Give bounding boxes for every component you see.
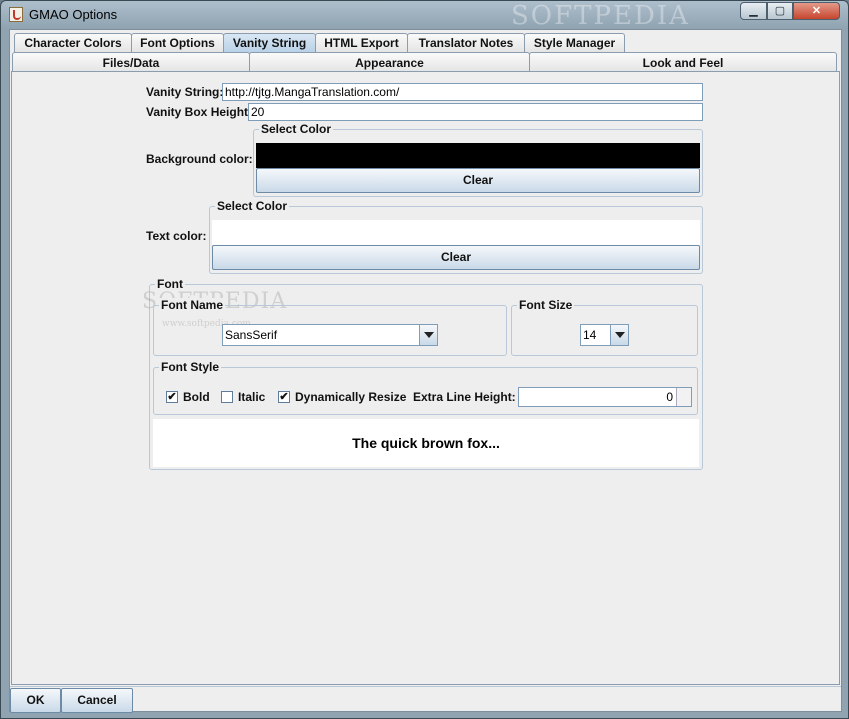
background-clear-button[interactable]: Clear bbox=[256, 168, 700, 193]
tab-character-colors[interactable]: Character Colors bbox=[14, 33, 132, 53]
ok-button[interactable]: OK bbox=[10, 688, 61, 713]
font-size-group: Font Size 14 bbox=[511, 298, 698, 356]
font-name-title: Font Name bbox=[159, 298, 226, 312]
bold-checkbox[interactable]: ✔ bbox=[166, 391, 178, 403]
vanity-box-height-label: Vanity Box Height: bbox=[146, 105, 253, 119]
extra-line-height-label: Extra Line Height: bbox=[413, 390, 516, 404]
tab-font-options[interactable]: Font Options bbox=[131, 33, 224, 53]
text-select-color-group: Select Color Clear bbox=[209, 199, 703, 274]
background-color-swatch[interactable] bbox=[256, 143, 700, 168]
title-bar[interactable]: GMAO Options SOFTPEDIA ▁ ▢ ✕ bbox=[1, 1, 848, 31]
softpedia-watermark: SOFTPEDIA bbox=[511, 1, 690, 31]
vanity-string-input[interactable]: http://tjtg.MangaTranslation.com/ bbox=[222, 83, 703, 101]
spinner-up-icon[interactable] bbox=[676, 388, 691, 397]
font-preview: The quick brown fox... bbox=[153, 419, 699, 467]
font-size-combo[interactable]: 14 bbox=[580, 324, 629, 346]
tab-html-export[interactable]: HTML Export bbox=[315, 33, 408, 53]
java-app-icon bbox=[9, 7, 23, 22]
tab-look-and-feel[interactable]: Look and Feel bbox=[529, 52, 837, 73]
font-size-value: 14 bbox=[583, 328, 597, 342]
tab-vanity-string[interactable]: Vanity String bbox=[223, 33, 316, 53]
italic-checkbox[interactable] bbox=[221, 391, 233, 403]
dynamically-resize-checkbox[interactable]: ✔ bbox=[278, 391, 290, 403]
options-window: GMAO Options SOFTPEDIA ▁ ▢ ✕ Character C… bbox=[0, 0, 849, 719]
text-color-label: Text color: bbox=[146, 229, 207, 243]
chevron-down-icon[interactable] bbox=[610, 325, 628, 345]
tab-appearance[interactable]: Appearance bbox=[249, 52, 530, 73]
text-color-swatch[interactable] bbox=[212, 220, 700, 245]
vanity-string-panel: Vanity String: http://tjtg.MangaTranslat… bbox=[11, 71, 840, 685]
minimize-button[interactable]: ▁ bbox=[740, 2, 767, 20]
dialog-content: Character Colors Font Options Vanity Str… bbox=[9, 29, 842, 713]
tab-files-data[interactable]: Files/Data bbox=[12, 52, 250, 73]
tab-style-manager[interactable]: Style Manager bbox=[524, 33, 625, 53]
font-name-value: SansSerif bbox=[225, 328, 278, 342]
font-name-combo[interactable]: SansSerif bbox=[222, 324, 438, 346]
cancel-button[interactable]: Cancel bbox=[61, 688, 133, 713]
maximize-button[interactable]: ▢ bbox=[767, 2, 793, 20]
background-select-color-group: Select Color Clear bbox=[253, 122, 703, 197]
window-title: GMAO Options bbox=[29, 7, 118, 22]
font-group: Font SOFTPEDIA www.softpedia.com Font Na… bbox=[142, 277, 703, 470]
background-select-color-title: Select Color bbox=[259, 122, 334, 136]
extra-line-height-value: 0 bbox=[666, 390, 673, 404]
dynamically-resize-label: Dynamically Resize bbox=[295, 390, 407, 404]
italic-label: Italic bbox=[238, 390, 266, 404]
extra-line-height-spinner[interactable]: 0 bbox=[518, 387, 692, 407]
font-size-title: Font Size bbox=[517, 298, 575, 312]
close-button[interactable]: ✕ bbox=[793, 2, 840, 20]
bold-label: Bold bbox=[183, 390, 210, 404]
font-style-group: Font Style ✔ Bold Italic ✔ Dynamically R… bbox=[153, 360, 698, 415]
vanity-box-height-input[interactable]: 20 bbox=[248, 103, 703, 121]
spinner-down-icon[interactable] bbox=[676, 397, 691, 406]
background-color-label: Background color: bbox=[146, 152, 253, 166]
font-name-group: Font Name SansSerif bbox=[153, 298, 507, 356]
text-clear-button[interactable]: Clear bbox=[212, 245, 700, 270]
vanity-string-label: Vanity String: bbox=[146, 85, 224, 99]
text-select-color-title: Select Color bbox=[215, 199, 290, 213]
chevron-down-icon[interactable] bbox=[419, 325, 437, 345]
font-style-title: Font Style bbox=[159, 360, 222, 374]
tab-translator-notes[interactable]: Translator Notes bbox=[407, 33, 525, 53]
dialog-footer: OK Cancel bbox=[10, 686, 841, 713]
